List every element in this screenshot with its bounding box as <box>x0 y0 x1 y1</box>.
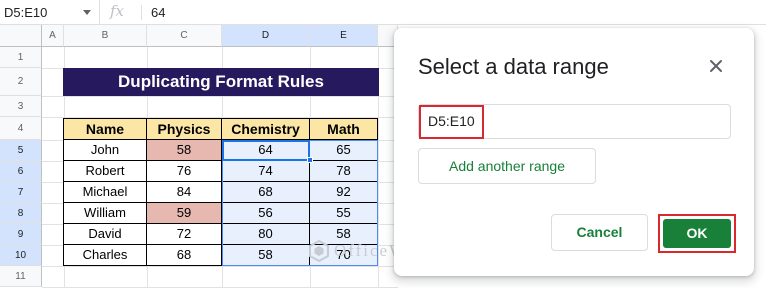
table-cell[interactable]: 56 <box>222 203 310 224</box>
row-header-10[interactable]: 10 <box>0 245 42 266</box>
range-input[interactable]: D5:E10 <box>418 104 731 139</box>
table-cell[interactable]: 68 <box>147 245 222 266</box>
table-cell[interactable]: John <box>63 140 147 161</box>
table-cell[interactable]: 84 <box>147 182 222 203</box>
column-header-c[interactable]: C <box>147 25 222 47</box>
row-header-7[interactable]: 7 <box>0 182 42 203</box>
row-header-9[interactable]: 9 <box>0 224 42 245</box>
column-header-d[interactable]: D <box>222 25 310 47</box>
formula-input[interactable]: 64 <box>151 0 165 25</box>
table-header-chemistry: Chemistry <box>222 118 310 140</box>
cancel-button[interactable]: Cancel <box>551 214 648 251</box>
grid-line <box>42 96 398 97</box>
table-cell[interactable]: Michael <box>63 182 147 203</box>
row-header-6[interactable]: 6 <box>0 161 42 182</box>
row-header-1[interactable]: 1 <box>0 47 42 68</box>
dialog-title: Select a data range <box>418 54 609 79</box>
table-cell[interactable]: David <box>63 224 147 245</box>
table-cell[interactable]: 76 <box>147 161 222 182</box>
table-header-name: Name <box>63 118 147 140</box>
fill-handle[interactable] <box>307 157 313 163</box>
column-header-e[interactable]: E <box>310 25 378 47</box>
table-cell[interactable]: 55 <box>310 203 378 224</box>
name-box[interactable]: D5:E10 <box>0 0 100 25</box>
close-icon[interactable] <box>704 54 728 78</box>
close-button[interactable] <box>704 54 728 78</box>
fx-icon: fx <box>110 2 125 20</box>
select-range-dialog: Select a data range D5:E10 Add another r… <box>394 28 754 276</box>
table-cell[interactable]: 59 <box>147 203 222 224</box>
row-header-8[interactable]: 8 <box>0 203 42 224</box>
column-header-a[interactable]: A <box>42 25 64 47</box>
table-cell[interactable]: 58 <box>222 245 310 266</box>
table-cell[interactable]: 92 <box>310 182 378 203</box>
table-cell[interactable]: 68 <box>222 182 310 203</box>
formula-bar: D5:E10 fx 64 <box>0 0 766 25</box>
formula-divider <box>141 5 142 20</box>
table-header-math: Math <box>310 118 378 140</box>
sheet-title: Duplicating Format Rules <box>63 68 379 96</box>
row-header-11[interactable]: 11 <box>0 266 42 287</box>
table-cell[interactable]: William <box>63 203 147 224</box>
range-input-value[interactable]: D5:E10 <box>419 105 484 139</box>
add-another-range-button[interactable]: Add another range <box>418 148 596 184</box>
table-cell[interactable]: 64 <box>222 140 310 161</box>
table-cell[interactable]: Charles <box>63 245 147 266</box>
table-cell[interactable]: 78 <box>310 161 378 182</box>
chevron-down-icon[interactable] <box>83 10 91 15</box>
table-cell[interactable]: 72 <box>147 224 222 245</box>
table-cell[interactable]: 80 <box>222 224 310 245</box>
row-header-3[interactable]: 3 <box>0 96 42 117</box>
column-header-b[interactable]: B <box>64 25 147 47</box>
table-cell[interactable]: Robert <box>63 161 147 182</box>
ok-button-highlight: OK <box>658 214 736 253</box>
row-header-5[interactable]: 5 <box>0 140 42 161</box>
table-cell[interactable]: 74 <box>222 161 310 182</box>
table-cell[interactable]: 65 <box>310 140 378 161</box>
row-header-2[interactable]: 2 <box>0 68 42 96</box>
ok-button[interactable]: OK <box>663 219 731 248</box>
grid-line <box>42 266 398 267</box>
table-header-physics: Physics <box>147 118 222 140</box>
table-cell[interactable]: 58 <box>147 140 222 161</box>
name-box-value: D5:E10 <box>4 5 48 20</box>
watermark-logo-icon <box>309 240 329 262</box>
row-header-4[interactable]: 4 <box>0 117 42 140</box>
select-all-corner[interactable] <box>0 25 42 47</box>
